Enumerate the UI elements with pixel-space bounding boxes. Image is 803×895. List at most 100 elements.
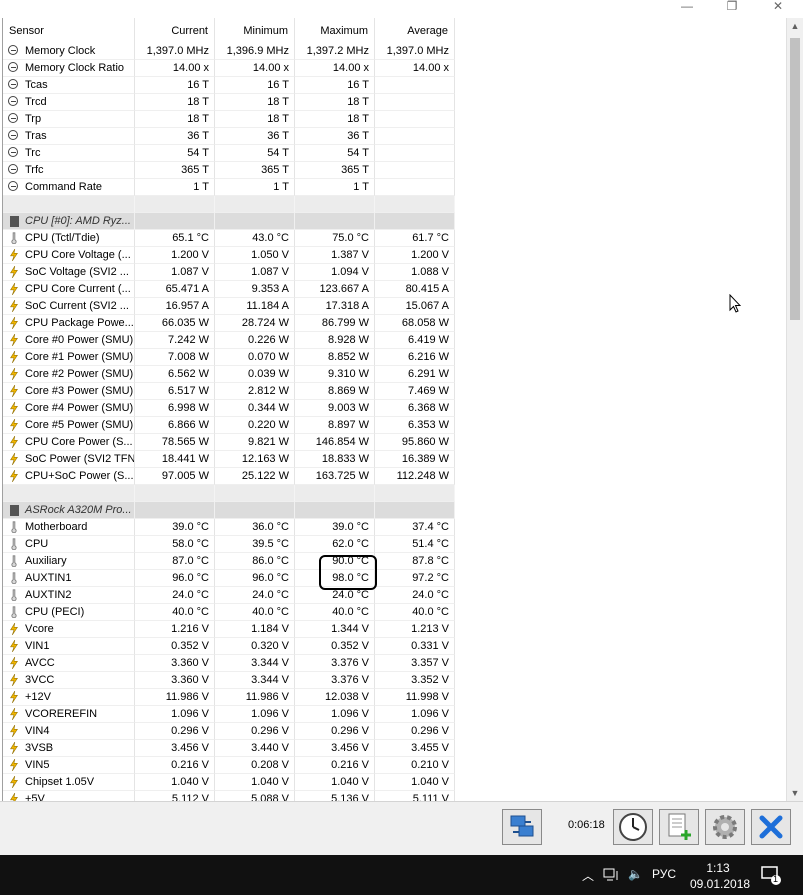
column-header-current[interactable]: Current (135, 18, 215, 44)
sensor-row[interactable]: Command Rate 1 T1 T1 T (3, 179, 786, 196)
clock-reset-button[interactable] (613, 809, 653, 845)
sensor-row[interactable]: Core #0 Power (SMU) 7.242 W 0.226 W 8.928 W… (3, 332, 786, 349)
current-value: 1.096 V (135, 706, 215, 723)
column-header-maximum[interactable]: Maximum (295, 18, 375, 44)
logging-button[interactable] (659, 809, 699, 845)
current-value: 3.456 V (135, 740, 215, 757)
scroll-down-arrow-icon[interactable]: ▼ (787, 785, 803, 801)
sensor-row[interactable]: SoC Voltage (SVI2 ... 1.087 V 1.087 V 1.094… (3, 264, 786, 281)
network-button[interactable] (502, 809, 542, 845)
sensor-row[interactable]: +12V 11.986 V 11.986 V 12.038 V 11.998 V (3, 689, 786, 706)
sensor-row[interactable]: Auxiliary 87.0 °C 86.0 °C 90.0 °C 87.8 °C (3, 553, 786, 570)
sensor-row[interactable]: +5V 5.112 V 5.088 V 5.136 V 5.111 V (3, 791, 786, 801)
network-tray-icon[interactable] (603, 868, 621, 882)
average-value: 87.8 °C (375, 553, 455, 570)
sensor-row[interactable]: Core #4 Power (SMU) 6.998 W 0.344 W 9.003 W… (3, 400, 786, 417)
sensor-row[interactable]: CPU (PECI) 40.0 °C 40.0 °C 40.0 °C 40.0 °C (3, 604, 786, 621)
sensor-row[interactable]: Core #2 Power (SMU) 6.562 W 0.039 W 9.310 W… (3, 366, 786, 383)
separator-row[interactable] (3, 485, 786, 502)
sensor-row[interactable]: Motherboard 39.0 °C 36.0 °C 39.0 °C 37.4 °C (3, 519, 786, 536)
minimum-value: 86.0 °C (215, 553, 295, 570)
sensor-row[interactable]: CPU Core Power (S... 78.565 W 9.821 W 146.8… (3, 434, 786, 451)
sensor-row[interactable]: SoC Power (SVI2 TFN) 18.441 W 12.163 W 18.8… (3, 451, 786, 468)
language-indicator[interactable]: РУС (652, 867, 676, 881)
sensor-row[interactable]: 3VCC 3.360 V 3.344 V 3.376 V 3.352 V (3, 672, 786, 689)
sensor-row[interactable]: Memory Clock 1,397.0 MHz 1,396.9 MHz 1,397.… (3, 43, 786, 60)
maximum-value: 163.725 W (295, 468, 375, 485)
sensor-name: Core #5 Power (SMU) (3, 417, 135, 434)
sensor-row[interactable]: 3VSB 3.456 V 3.440 V 3.456 V 3.455 V (3, 740, 786, 757)
sensor-row[interactable]: CPU (Tctl/Tdie) 65.1 °C 43.0 °C 75.0 °C 61.7… (3, 230, 786, 247)
lightning-icon (10, 623, 18, 635)
sensor-row[interactable]: AUXTIN2 24.0 °C 24.0 °C 24.0 °C 24.0 °C (3, 587, 786, 604)
action-center-button[interactable]: 1 (760, 865, 782, 885)
minimum-value (215, 502, 295, 519)
column-header-minimum[interactable]: Minimum (215, 18, 295, 44)
sensor-row[interactable]: Trp 18 T 18 T 18 T (3, 111, 786, 128)
sensor-row[interactable]: VIN4 0.296 V 0.296 V 0.296 V 0.296 V (3, 723, 786, 740)
maximize-button[interactable]: ❐ (715, 0, 749, 14)
sensor-row[interactable]: Memory Clock Ratio 14.00 x 14.00 x 14.00 x1… (3, 60, 786, 77)
sensor-row[interactable]: Tcas 16 T 16 T 16 T (3, 77, 786, 94)
minimize-button[interactable]: — (670, 0, 704, 14)
current-value: 18 T (135, 111, 215, 128)
separator-row[interactable] (3, 196, 786, 213)
sensor-row[interactable]: CPU 58.0 °C 39.5 °C 62.0 °C 51.4 °C (3, 536, 786, 553)
sensor-name: SoC Voltage (SVI2 ... (3, 264, 135, 281)
sensor-name: AUXTIN2 (3, 587, 135, 604)
scrollbar-thumb[interactable] (790, 38, 800, 320)
sensor-row[interactable]: Core #1 Power (SMU) 7.008 W 0.070 W 8.852 W… (3, 349, 786, 366)
maximum-value: 75.0 °C (295, 230, 375, 247)
sensor-name: Auxiliary (3, 553, 135, 570)
maximum-value: 1.344 V (295, 621, 375, 638)
average-value: 16.389 W (375, 451, 455, 468)
sensor-row[interactable]: AUXTIN1 96.0 °C 96.0 °C 98.0 °C 97.2 °C (3, 570, 786, 587)
sensor-row[interactable]: CPU+SoC Power (S... 97.005 W 25.122 W 163.7… (3, 468, 786, 485)
current-value: 78.565 W (135, 434, 215, 451)
sensor-name: 3VSB (3, 740, 135, 757)
sensor-row[interactable]: VCOREREFIN 1.096 V 1.096 V 1.096 V 1.096 V (3, 706, 786, 723)
sensor-row[interactable]: Core #3 Power (SMU) 6.517 W 2.812 W 8.869 W… (3, 383, 786, 400)
volume-tray-icon[interactable]: 🔈 (628, 867, 643, 881)
maximum-value: 12.038 V (295, 689, 375, 706)
average-value: 61.7 °C (375, 230, 455, 247)
close-window-button[interactable]: ✕ (761, 0, 795, 14)
vertical-scrollbar[interactable]: ▲ ▼ (786, 18, 803, 801)
sensor-name: Trcd (3, 94, 135, 111)
average-value (375, 145, 455, 162)
sensor-row[interactable]: VIN1 0.352 V 0.320 V 0.352 V 0.331 V (3, 638, 786, 655)
sensor-row[interactable]: SoC Current (SVI2 ... 16.957 A 11.184 A 17.… (3, 298, 786, 315)
column-header-average[interactable]: Average (375, 18, 455, 44)
sensor-row[interactable]: Trcd 18 T 18 T 18 T (3, 94, 786, 111)
minimum-value: 0.226 W (215, 332, 295, 349)
average-value (375, 502, 455, 519)
sensor-row[interactable]: Vcore 1.216 V 1.184 V 1.344 V 1.213 V (3, 621, 786, 638)
clock-time: 1:13 (706, 861, 730, 875)
sensor-row[interactable]: CPU Core Voltage (... 1.200 V 1.050 V 1.387… (3, 247, 786, 264)
sensor-row[interactable]: CPU Package Powe... 66.035 W 28.724 W 86.79… (3, 315, 786, 332)
lightning-icon (10, 300, 18, 312)
lightning-icon (10, 419, 18, 431)
scroll-up-arrow-icon[interactable]: ▲ (787, 18, 803, 34)
sensor-row[interactable]: Chipset 1.05V 1.040 V 1.040 V 1.040 V 1.040 … (3, 774, 786, 791)
sensor-name: AUXTIN1 (3, 570, 135, 587)
settings-button[interactable] (705, 809, 745, 845)
sensor-group-header[interactable]: ASRock A320M Pro... (3, 502, 786, 519)
sensor-row[interactable]: AVCC 3.360 V 3.344 V 3.376 V 3.357 V (3, 655, 786, 672)
lightning-icon (10, 691, 18, 703)
close-app-button[interactable] (751, 809, 791, 845)
sensor-row[interactable]: Tras 36 T 36 T 36 T (3, 128, 786, 145)
current-value: 7.242 W (135, 332, 215, 349)
sensor-row[interactable]: Trc 54 T 54 T 54 T (3, 145, 786, 162)
sensor-name: CPU Core Power (S... (3, 434, 135, 451)
maximum-value: 14.00 x (295, 60, 375, 77)
show-hidden-icons-chevron-icon[interactable]: ︿ (582, 867, 594, 884)
sensor-row[interactable]: VIN5 0.216 V 0.208 V 0.216 V 0.210 V (3, 757, 786, 774)
sensor-row[interactable]: Core #5 Power (SMU) 6.866 W 0.220 W 8.897 W… (3, 417, 786, 434)
system-clock[interactable]: 1:13 09.01.2018 (690, 860, 750, 892)
sensor-group-header[interactable]: CPU [#0]: AMD Ryz... (3, 213, 786, 230)
sensor-row[interactable]: CPU Core Current (... 65.471 A 9.353 A 123.… (3, 281, 786, 298)
sensor-row[interactable]: Trfc 365 T 365 T 365 T (3, 162, 786, 179)
minimum-value: 28.724 W (215, 315, 295, 332)
column-header-sensor[interactable]: Sensor (3, 18, 135, 44)
